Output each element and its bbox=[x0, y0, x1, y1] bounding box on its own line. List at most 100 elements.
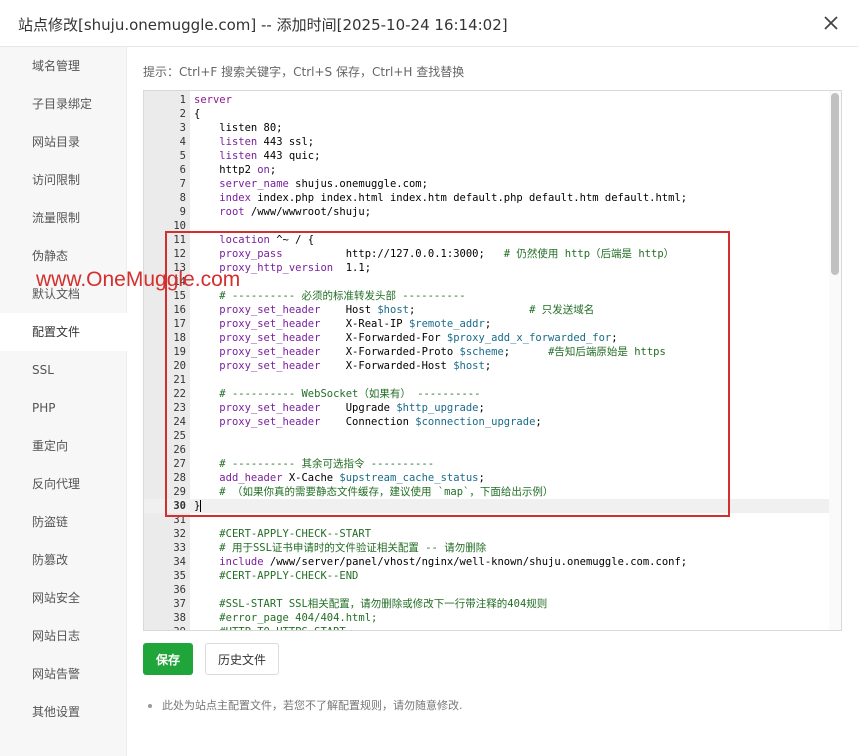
code-line[interactable]: 12 proxy_pass http://127.0.0.1:3000; # 仍… bbox=[144, 247, 830, 261]
code-line[interactable]: 9 root /www/wwwroot/shuju; bbox=[144, 205, 830, 219]
line-number: 34 bbox=[173, 556, 186, 568]
code-text: proxy_set_header X-Forwarded-Host $host; bbox=[194, 359, 491, 373]
line-number: 2 bbox=[179, 108, 186, 120]
code-line[interactable]: 20 proxy_set_header X-Forwarded-Host $ho… bbox=[144, 359, 830, 373]
code-line[interactable]: 5 listen 443 quic; bbox=[144, 149, 830, 163]
code-line[interactable]: 21 bbox=[144, 373, 830, 387]
code-line[interactable]: 22 # ---------- WebSocket（如果有） ---------… bbox=[144, 387, 830, 401]
code-line[interactable]: 36 bbox=[144, 583, 830, 597]
sidebar-item[interactable]: 防盗链 bbox=[0, 503, 127, 541]
code-line[interactable]: 30} bbox=[144, 499, 830, 513]
line-number: 24 bbox=[173, 416, 186, 428]
sidebar-item[interactable]: 网站安全 bbox=[0, 579, 127, 617]
code-line[interactable]: 19 proxy_set_header X-Forwarded-Proto $s… bbox=[144, 345, 830, 359]
code-token: proxy_set_header bbox=[219, 332, 321, 344]
code-token: listen bbox=[219, 136, 258, 148]
line-number: 32 bbox=[173, 528, 186, 540]
code-line[interactable]: 7 server_name shujus.onemuggle.com; bbox=[144, 177, 830, 191]
code-text: listen 80; bbox=[194, 121, 282, 135]
editor-scrollbar[interactable] bbox=[829, 91, 841, 630]
line-number: 36 bbox=[173, 584, 186, 596]
code-line[interactable]: 28 add_header X-Cache $upstream_cache_st… bbox=[144, 471, 830, 485]
code-line[interactable]: 2{ bbox=[144, 107, 830, 121]
sidebar-item[interactable]: 域名管理 bbox=[0, 47, 127, 85]
line-number: 14 bbox=[173, 276, 186, 288]
code-token: Host bbox=[320, 304, 378, 316]
sidebar-item[interactable]: SSL bbox=[0, 351, 127, 389]
sidebar-item[interactable]: 防篡改 bbox=[0, 541, 127, 579]
code-token: ; bbox=[269, 164, 277, 176]
sidebar-item[interactable]: 其他设置 bbox=[0, 693, 127, 731]
code-token: $host bbox=[377, 304, 409, 316]
code-line[interactable]: 38 #error_page 404/404.html; bbox=[144, 611, 830, 625]
sidebar-item[interactable]: 访问限制 bbox=[0, 161, 127, 199]
sidebar-item[interactable]: 默认文档 bbox=[0, 275, 127, 313]
close-icon[interactable] bbox=[820, 12, 842, 34]
code-line[interactable]: 8 index index.php index.html index.htm d… bbox=[144, 191, 830, 205]
code-text: # ---------- WebSocket（如果有） ---------- bbox=[194, 387, 480, 401]
code-line[interactable]: 26 bbox=[144, 443, 830, 457]
sidebar-item[interactable]: 子目录绑定 bbox=[0, 85, 127, 123]
code-token: X-Forwarded-For bbox=[320, 332, 447, 344]
code-line[interactable]: 31 bbox=[144, 513, 830, 527]
line-number: 28 bbox=[173, 472, 186, 484]
line-number: 27 bbox=[173, 458, 186, 470]
line-number: 29 bbox=[173, 486, 186, 498]
history-files-button[interactable]: 历史文件 bbox=[205, 643, 279, 675]
code-token: proxy_set_header bbox=[219, 346, 321, 358]
code-lines[interactable]: 1 server 2{3 listen 80; 4 listen 443 ssl; 5 … bbox=[144, 93, 830, 630]
code-text: http2 on; bbox=[194, 163, 276, 177]
sidebar-item[interactable]: 网站目录 bbox=[0, 123, 127, 161]
code-token: proxy_set_header bbox=[219, 304, 321, 316]
code-text: server bbox=[194, 93, 232, 107]
code-line[interactable]: 18 proxy_set_header X-Forwarded-For $pro… bbox=[144, 331, 830, 345]
sidebar-item[interactable]: PHP bbox=[0, 389, 127, 427]
code-line[interactable]: 13 proxy_http_version 1.1; bbox=[144, 261, 830, 275]
line-number: 37 bbox=[173, 598, 186, 610]
sidebar-item[interactable]: 重定向 bbox=[0, 427, 127, 465]
code-line[interactable]: 6 http2 on; bbox=[144, 163, 830, 177]
sidebar-item[interactable]: 流量限制 bbox=[0, 199, 127, 237]
code-token: ; bbox=[484, 360, 492, 372]
code-text: #CERT-APPLY-CHECK--START bbox=[194, 527, 371, 541]
sidebar-item[interactable]: 网站告警 bbox=[0, 655, 127, 693]
code-line[interactable]: 34 include /www/server/panel/vhost/nginx… bbox=[144, 555, 830, 569]
code-line[interactable]: 29 # （如果你真的需要静态文件缓存，建议使用 `map`，下面给出示例） bbox=[144, 485, 830, 499]
code-line[interactable]: 1 server bbox=[144, 93, 830, 107]
sidebar-item[interactable]: 反向代理 bbox=[0, 465, 127, 503]
sidebar-item[interactable]: 网站日志 bbox=[0, 617, 127, 655]
code-token: 443 ssl; bbox=[257, 136, 315, 148]
code-text: proxy_http_version 1.1; bbox=[194, 261, 371, 275]
code-editor[interactable]: 1 server 2{3 listen 80; 4 listen 443 ssl; 5 … bbox=[143, 90, 842, 631]
code-line[interactable]: 37 #SSL-START SSL相关配置，请勿删除或修改下一行带注释的404规… bbox=[144, 597, 830, 611]
code-line[interactable]: 14 bbox=[144, 275, 830, 289]
code-text: # ---------- 其余可选指令 ---------- bbox=[194, 457, 434, 471]
code-line[interactable]: 16 proxy_set_header Host $host; # 只发送域名 bbox=[144, 303, 830, 317]
sidebar-item[interactable]: 配置文件 bbox=[0, 313, 127, 351]
code-line[interactable]: 10 bbox=[144, 219, 830, 233]
code-line[interactable]: 33 # 用于SSL证书申请时的文件验证相关配置 -- 请勿删除 bbox=[144, 541, 830, 555]
code-line[interactable]: 35 #CERT-APPLY-CHECK--END bbox=[144, 569, 830, 583]
sidebar-item[interactable]: 伪静态 bbox=[0, 237, 127, 275]
code-line[interactable]: 11 location ^~ / { bbox=[144, 233, 830, 247]
code-line[interactable]: 23 proxy_set_header Upgrade $http_upgrad… bbox=[144, 401, 830, 415]
code-text: proxy_set_header Host $host; # 只发送域名 bbox=[194, 303, 594, 317]
code-line[interactable]: 24 proxy_set_header Connection $connecti… bbox=[144, 415, 830, 429]
code-line[interactable]: 25 bbox=[144, 429, 830, 443]
code-line[interactable]: 15 # ---------- 必须的标准转发头部 ---------- bbox=[144, 289, 830, 303]
editor-scrollbar-thumb[interactable] bbox=[831, 93, 839, 275]
code-line[interactable]: 32 #CERT-APPLY-CHECK--START bbox=[144, 527, 830, 541]
code-text: root /www/wwwroot/shuju; bbox=[194, 205, 371, 219]
code-line[interactable]: 39 #HTTP_TO_HTTPS_START bbox=[144, 625, 830, 630]
code-line[interactable]: 27 # ---------- 其余可选指令 ---------- bbox=[144, 457, 830, 471]
code-line[interactable]: 3 listen 80; bbox=[144, 121, 830, 135]
save-button[interactable]: 保存 bbox=[143, 643, 193, 675]
code-token: #SSL-START SSL相关配置，请勿删除或修改下一行带注释的404规则 bbox=[219, 598, 548, 610]
code-line[interactable]: 4 listen 443 ssl; bbox=[144, 135, 830, 149]
code-line[interactable]: 17 proxy_set_header X-Real-IP $remote_ad… bbox=[144, 317, 830, 331]
